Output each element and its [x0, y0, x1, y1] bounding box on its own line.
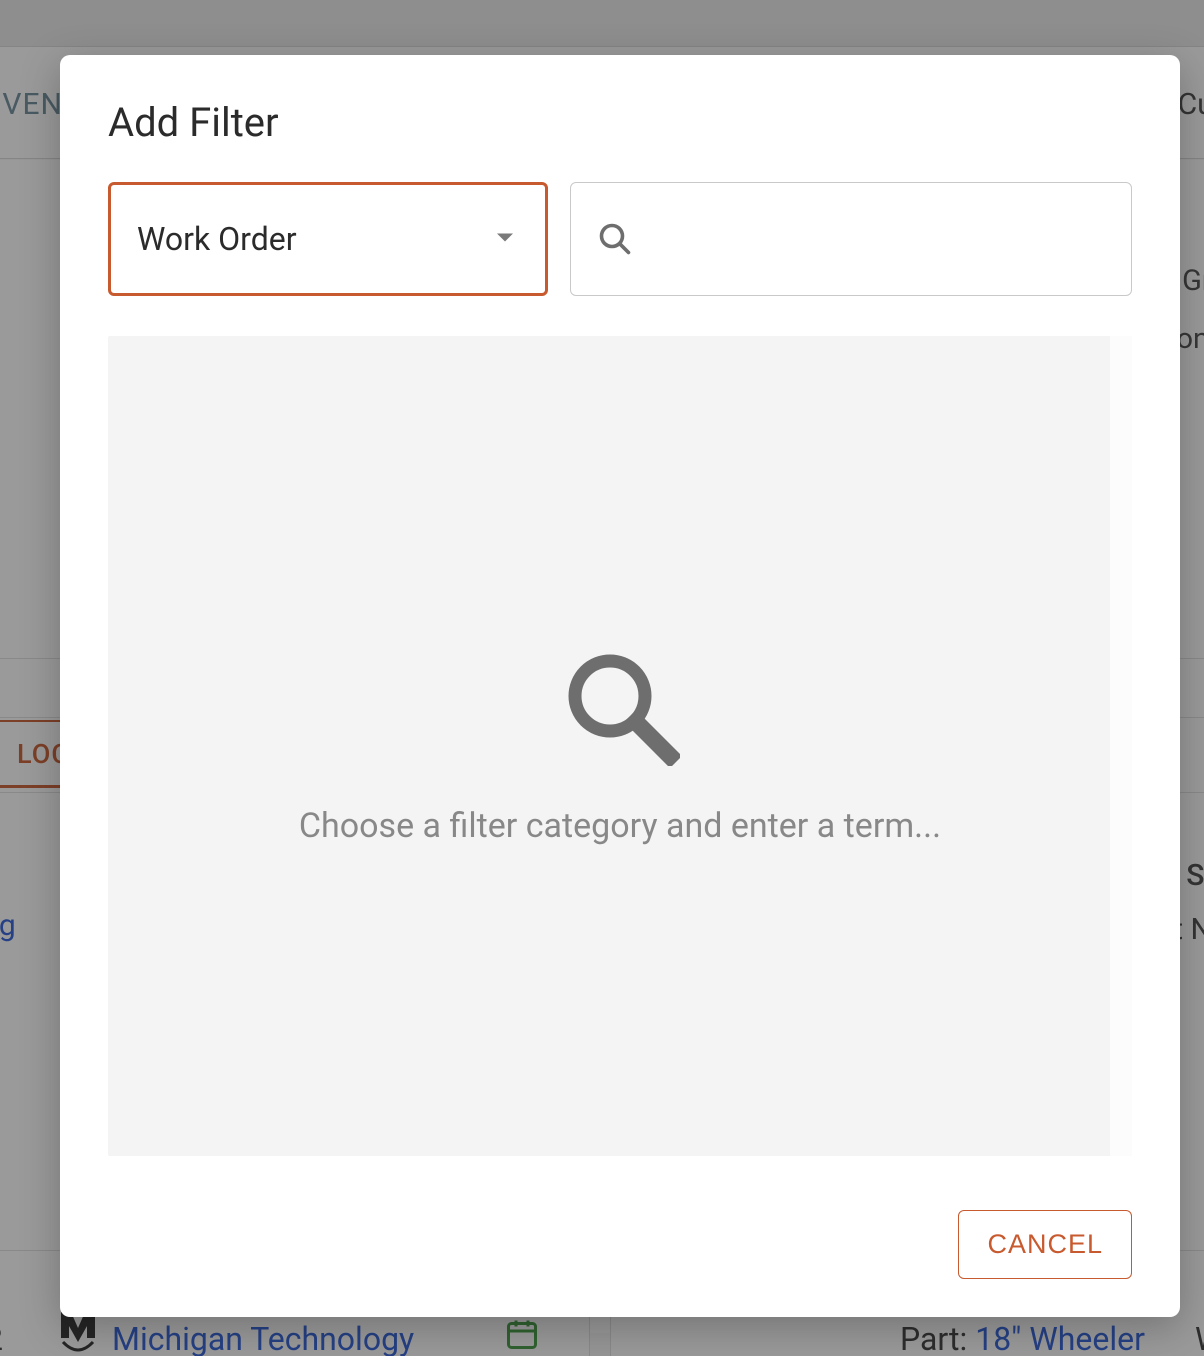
- cancel-button[interactable]: CANCEL: [958, 1210, 1132, 1279]
- chevron-down-icon: [495, 230, 515, 249]
- filter-search-input[interactable]: [647, 221, 1111, 257]
- empty-state-text: Choose a filter category and enter a ter…: [299, 806, 941, 846]
- filter-results-panel: Choose a filter category and enter a ter…: [108, 336, 1132, 1156]
- filter-category-value: Work Order: [137, 220, 297, 258]
- modal-actions: CANCEL: [108, 1162, 1132, 1279]
- search-empty-icon: [560, 646, 680, 770]
- filter-search-field[interactable]: [570, 182, 1132, 296]
- modal-title: Add Filter: [108, 99, 1132, 146]
- results-scrollbar[interactable]: [1110, 336, 1132, 1156]
- filter-category-select[interactable]: Work Order: [108, 182, 548, 296]
- search-icon: [597, 221, 633, 257]
- add-filter-modal: Add Filter Work Order: [60, 55, 1180, 1317]
- modal-controls-row: Work Order: [108, 182, 1132, 296]
